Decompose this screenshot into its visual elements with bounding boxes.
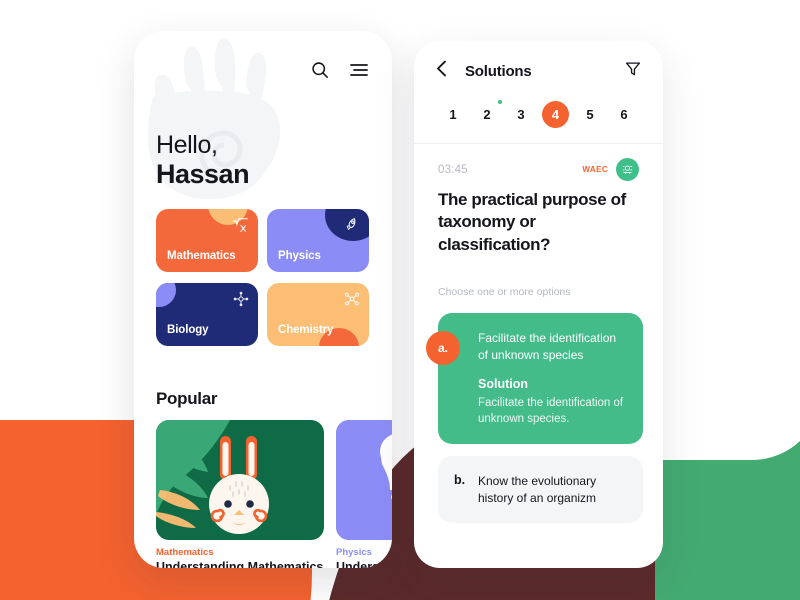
- question-text: The practical purpose of taxonomy or cla…: [438, 190, 626, 254]
- page-button-3[interactable]: 3: [508, 101, 534, 127]
- greeting-line-2: Hassan: [156, 159, 250, 189]
- left-phone-topbar: [309, 59, 370, 81]
- header-divider: [414, 143, 663, 144]
- solutions-header: Solutions: [414, 41, 663, 101]
- nth-root-icon: [232, 217, 249, 239]
- page-button-5[interactable]: 5: [577, 101, 603, 127]
- back-chevron-icon[interactable]: [436, 60, 447, 82]
- solution-title: Solution: [478, 377, 528, 392]
- page-button-2[interactable]: 2: [474, 100, 502, 127]
- page-button-6[interactable]: 6: [611, 101, 637, 127]
- greeting-line-1: Hello,: [156, 131, 218, 159]
- hamburger-menu-icon[interactable]: [348, 59, 370, 81]
- solution-body: Facilitate the identification of unknown…: [478, 397, 624, 426]
- page-button-4-active[interactable]: 4: [542, 100, 569, 128]
- popular-card-list: Mathematics Understanding Mathematics Ph…: [156, 420, 392, 568]
- popular-name: Understanding Mathematics: [156, 560, 324, 568]
- card-decoration: [156, 283, 176, 307]
- answer-option-b[interactable]: b. Know the evolutionary history of an o…: [438, 456, 643, 524]
- rocket-icon: [344, 217, 360, 238]
- popular-section-title: Popular: [156, 389, 218, 408]
- page-status-dot: [498, 100, 502, 104]
- greeting-block: Hello, Hassan: [156, 131, 250, 189]
- search-icon[interactable]: [309, 59, 331, 81]
- solutions-screen-phone: Solutions 1 2 3 4 5 6 03:45 WAEC The pra…: [414, 41, 663, 568]
- microscope-icon: [616, 158, 639, 181]
- page-button-1[interactable]: 1: [440, 101, 466, 127]
- filter-funnel-icon[interactable]: [625, 61, 641, 82]
- page-title: Solutions: [465, 62, 532, 80]
- subject-card-grid: Mathematics Physics Biology Chemistry: [156, 209, 369, 346]
- question-hint: Choose one or more options: [438, 286, 571, 298]
- background-decoration: [0, 0, 800, 600]
- question-timer: 03:45: [438, 163, 468, 176]
- popular-name: Understanding: [336, 560, 392, 568]
- option-text: Facilitate the identification of unknown…: [478, 331, 617, 362]
- molecule-icon: [344, 291, 360, 312]
- popular-card-mathematics[interactable]: Mathematics Understanding Mathematics: [156, 420, 324, 568]
- answer-option-a[interactable]: a. Facilitate the identification of unkn…: [426, 313, 643, 445]
- popular-thumbnail-bunny: [156, 420, 324, 540]
- answer-options-list: a. Facilitate the identification of unkn…: [426, 313, 643, 535]
- dna-molecule-icon: [233, 291, 249, 312]
- popular-thumbnail-lightbulb: [336, 420, 392, 540]
- question-meta-row: 03:45 WAEC: [438, 158, 639, 181]
- popular-category: Mathematics: [156, 547, 214, 558]
- option-letter-badge: a.: [426, 331, 460, 365]
- home-screen-phone: Hello, Hassan Mathematics Physics Biolog…: [134, 31, 392, 568]
- subject-card-physics[interactable]: Physics: [267, 209, 369, 272]
- subject-card-biology[interactable]: Biology: [156, 283, 258, 346]
- option-text: Know the evolutionary history of an orga…: [478, 474, 597, 505]
- subject-label: Chemistry: [278, 324, 334, 336]
- exam-badge: WAEC: [582, 165, 608, 174]
- subject-card-chemistry[interactable]: Chemistry: [267, 283, 369, 346]
- hand-watermark-icon: [147, 39, 281, 200]
- popular-category: Physics: [336, 547, 372, 558]
- subject-label: Mathematics: [167, 250, 236, 262]
- subject-label: Biology: [167, 324, 209, 336]
- question-pagination: 1 2 3 4 5 6: [414, 93, 663, 135]
- page-number: 2: [483, 106, 491, 122]
- option-letter: b.: [454, 473, 466, 488]
- subject-card-mathematics[interactable]: Mathematics: [156, 209, 258, 272]
- popular-card-physics[interactable]: Physics Understanding: [336, 420, 392, 568]
- subject-label: Physics: [278, 250, 321, 262]
